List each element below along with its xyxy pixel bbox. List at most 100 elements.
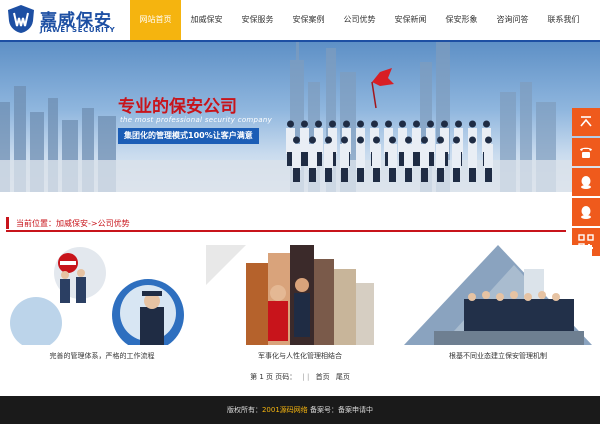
footer-icp-label: 备案号： <box>310 406 339 414</box>
nav-item-2[interactable]: 安保服务 <box>232 0 283 40</box>
banner-slogan: 集团化的管理模式100%让客户满意 <box>118 128 259 144</box>
banner-scenery <box>0 42 600 192</box>
guard-head <box>341 136 348 144</box>
guard-legs <box>357 168 364 182</box>
guard-head <box>343 120 350 128</box>
guard-head <box>357 136 364 144</box>
guard-head <box>455 120 462 128</box>
breadcrumb-marker <box>6 217 9 229</box>
guard-figure <box>388 144 397 170</box>
guard-figure <box>300 128 309 154</box>
guard-head <box>485 136 492 144</box>
guard-head <box>357 120 364 128</box>
guard-head <box>389 136 396 144</box>
guard-legs <box>309 168 316 182</box>
guard-legs <box>325 168 332 182</box>
guard-legs <box>437 168 444 182</box>
guard-legs <box>301 152 308 166</box>
guard-head <box>437 136 444 144</box>
advantage-caption-3[interactable]: 根基不同业态建立保安管理机制 <box>404 351 592 361</box>
guard-legs <box>341 168 348 182</box>
nav-item-6[interactable]: 保安形象 <box>436 0 487 40</box>
breadcrumb: 当前位置：加威保安->公司优势 <box>6 215 566 232</box>
guard-head <box>293 136 300 144</box>
guard-legs <box>293 168 300 182</box>
site-logo[interactable]: 嘉威保安 JIAWEI SECURITY <box>6 4 136 36</box>
guard-legs <box>469 168 476 182</box>
float-contact-bar <box>572 108 600 258</box>
nav-item-0[interactable]: 网站首页 <box>130 0 181 40</box>
shield-logo-icon <box>8 5 34 33</box>
guard-head <box>399 120 406 128</box>
guard-head <box>469 120 476 128</box>
guard-head <box>309 136 316 144</box>
guard-figure <box>308 144 317 170</box>
guard-legs <box>413 152 420 166</box>
qq-button-2[interactable] <box>572 198 600 226</box>
nav-item-3[interactable]: 安保案例 <box>283 0 334 40</box>
guard-legs <box>421 168 428 182</box>
advantage-image-1[interactable] <box>8 245 196 345</box>
pager-separator: | | <box>302 373 310 381</box>
guard-head <box>373 136 380 144</box>
guard-head <box>301 120 308 128</box>
footer-copyright: 版权所有：2001源码网络 备案号：备案申请中 <box>0 405 600 415</box>
guard-legs <box>405 168 412 182</box>
guard-head <box>469 136 476 144</box>
breadcrumb-text[interactable]: 当前位置：加威保安->公司优势 <box>16 218 130 229</box>
nav-item-7[interactable]: 咨询问答 <box>487 0 538 40</box>
footer-brand-link[interactable]: 2001源码网络 <box>262 406 308 414</box>
guard-figure <box>452 144 461 170</box>
pager-last-link[interactable]: 尾页 <box>336 373 350 381</box>
qq-icon <box>581 206 591 219</box>
advantage-image-2[interactable] <box>206 245 394 345</box>
guard-head <box>371 120 378 128</box>
guard-head <box>427 120 434 128</box>
qq-button-1[interactable] <box>572 168 600 196</box>
phone-icon <box>580 147 592 158</box>
footer-icp-value: 备案申请中 <box>338 406 374 414</box>
phone-button[interactable] <box>572 138 600 166</box>
nav-item-8[interactable]: 联系我们 <box>538 0 589 40</box>
guard-figure <box>468 144 477 170</box>
nav-item-5[interactable]: 安保新闻 <box>385 0 436 40</box>
guard-head <box>287 120 294 128</box>
guard-head <box>413 120 420 128</box>
advantage-card-2[interactable]: 军事化与人性化管理相结合 <box>206 245 394 363</box>
site-footer: 版权所有：2001源码网络 备案号：备案申请中 <box>0 396 600 424</box>
guard-figure <box>404 144 413 170</box>
guard-legs <box>453 168 460 182</box>
advantage-caption-1[interactable]: 完善的管理体系，严格的工作流程 <box>8 351 196 361</box>
banner-subline: the most professional security company <box>120 116 273 124</box>
guard-head <box>325 136 332 144</box>
guard-head <box>441 120 448 128</box>
guard-head <box>483 120 490 128</box>
guard-figure <box>372 144 381 170</box>
nav-item-1[interactable]: 加威保安 <box>181 0 232 40</box>
logo-english-text: JIAWEI SECURITY <box>40 26 116 34</box>
guard-head <box>405 136 412 144</box>
guard-legs <box>389 168 396 182</box>
guard-head <box>421 136 428 144</box>
guard-figure <box>484 144 493 170</box>
guard-head <box>315 120 322 128</box>
guard-legs <box>373 168 380 182</box>
pager-first-link[interactable]: 首页 <box>316 373 330 381</box>
nav-item-4[interactable]: 公司优势 <box>334 0 385 40</box>
advantage-card-1[interactable]: 完善的管理体系，严格的工作流程 <box>8 245 196 363</box>
guard-figure <box>420 144 429 170</box>
guard-head <box>385 120 392 128</box>
advantage-image-3[interactable] <box>404 245 592 345</box>
guard-figure <box>436 144 445 170</box>
guard-head <box>453 136 460 144</box>
guard-figure <box>340 144 349 170</box>
guard-figure <box>356 144 365 170</box>
guard-figure <box>412 128 421 154</box>
banner-headline: 专业的保安公司 <box>118 97 237 117</box>
back-to-top-button[interactable] <box>572 108 600 136</box>
advantage-caption-2[interactable]: 军事化与人性化管理相结合 <box>206 351 394 361</box>
site-header: 嘉威保安 JIAWEI SECURITY 网站首页 加威保安 安保服务 安保案例 公司优… <box>0 0 600 40</box>
footer-prefix: 版权所有： <box>226 406 262 414</box>
advantage-card-3[interactable]: 根基不同业态建立保安管理机制 <box>404 245 592 363</box>
pagination: 第 1 页 页码： | | 首页 尾页 <box>0 372 600 382</box>
